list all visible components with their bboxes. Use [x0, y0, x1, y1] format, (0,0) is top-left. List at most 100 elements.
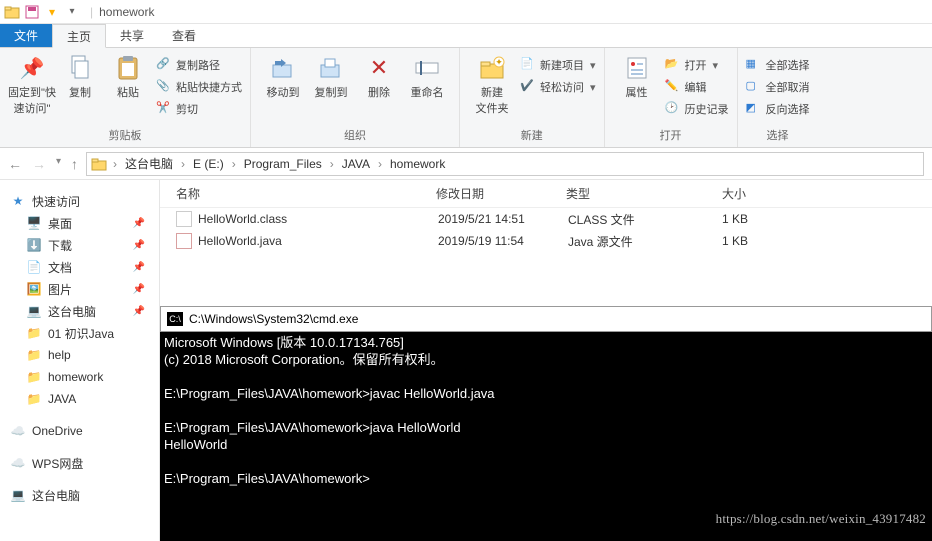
column-size[interactable]: 大小 [686, 185, 766, 202]
ribbon: 📌 固定到"快 速访问" 复制 粘贴 🔗复制路径 📎粘贴快捷方式 ✂️剪切 剪贴… [0, 48, 932, 148]
copy-to-icon [317, 54, 345, 82]
sidebar-item-thispc2[interactable]: 💻这台电脑 [10, 484, 159, 506]
file-row[interactable]: HelloWorld.class 2019/5/21 14:51 CLASS 文… [160, 208, 932, 230]
sidebar-item-JAVA[interactable]: 📁JAVA [10, 388, 159, 410]
easy-access-icon: ✔️ [520, 79, 536, 95]
sidebar-item-thispc[interactable]: 💻这台电脑📌 [10, 300, 159, 322]
crumb-1[interactable]: E (E:) [191, 157, 226, 171]
file-date: 2019/5/19 11:54 [438, 234, 568, 248]
sidebar-item-documents[interactable]: 📄文档📌 [10, 256, 159, 278]
shortcut-icon: 📎 [156, 79, 172, 95]
sidebar-item-homework[interactable]: 📁homework [10, 366, 159, 388]
sidebar-item-quick[interactable]: ★快速访问 [10, 190, 159, 212]
copy-btn[interactable]: 复制 [56, 52, 104, 100]
document-icon: 📄 [26, 259, 42, 275]
select-all-btn[interactable]: ▦全部选择 [746, 56, 810, 74]
chevron-right-icon[interactable]: › [326, 157, 338, 171]
chevron-right-icon[interactable]: › [374, 157, 386, 171]
column-name[interactable]: 名称 [176, 185, 436, 202]
download-icon: ⬇️ [26, 237, 42, 253]
chevron-right-icon[interactable]: › [228, 157, 240, 171]
rename-icon [413, 54, 441, 82]
sidebar-item-java01[interactable]: 📁01 初识Java [10, 322, 159, 344]
pin-icon: 📌 [18, 54, 46, 82]
file-size: 1 KB [688, 234, 768, 248]
new-folder-btn[interactable]: ✦新建 文件夹 [468, 52, 516, 116]
chevron-right-icon[interactable]: › [177, 157, 189, 171]
save-icon[interactable] [24, 4, 40, 20]
group-organize: 移动到 复制到 ✕删除 重命名 组织 [251, 48, 460, 147]
edit-btn[interactable]: ✏️编辑 [665, 78, 729, 96]
sidebar-item-downloads[interactable]: ⬇️下载📌 [10, 234, 159, 256]
folder-icon: 📁 [26, 347, 42, 363]
ribbon-tabs: 文件 主页 共享 查看 [0, 24, 932, 48]
cut-btn[interactable]: ✂️剪切 [156, 100, 242, 118]
properties-btn[interactable]: 属性 [613, 52, 661, 100]
nav-recent-icon[interactable]: ▾ [56, 156, 61, 172]
crumb-0[interactable]: 这台电脑 [123, 155, 175, 172]
pin-icon: 📌 [133, 284, 145, 295]
paste-shortcut-btn[interactable]: 📎粘贴快捷方式 [156, 78, 242, 96]
chevron-down-icon[interactable]: ▾ [64, 4, 80, 20]
crumb-3[interactable]: JAVA [340, 157, 372, 171]
invert-select-btn[interactable]: ◩反向选择 [746, 100, 810, 118]
file-name: HelloWorld.java [198, 234, 438, 248]
sidebar-item-wps[interactable]: ☁️WPS网盘 [10, 452, 159, 474]
sidebar-item-help[interactable]: 📁help [10, 344, 159, 366]
star-icon: ★ [10, 193, 26, 209]
tab-file[interactable]: 文件 [0, 24, 52, 47]
file-row[interactable]: HelloWorld.java 2019/5/19 11:54 Java 源文件… [160, 230, 932, 252]
tab-home[interactable]: 主页 [52, 24, 106, 48]
sidebar-item-desktop[interactable]: 🖥️桌面📌 [10, 212, 159, 234]
column-date[interactable]: 修改日期 [436, 185, 566, 202]
cmd-window: C:\ C:\Windows\System32\cmd.exe Microsof… [160, 306, 932, 541]
pin-label: 固定到"快 速访问" [8, 84, 56, 116]
crumb-4[interactable]: homework [388, 157, 447, 171]
watermark: https://blog.csdn.net/weixin_43917482 [716, 510, 926, 527]
copy-to-btn[interactable]: 复制到 [307, 52, 355, 100]
select-all-icon: ▦ [746, 57, 762, 73]
column-type[interactable]: 类型 [566, 185, 686, 202]
open-btn[interactable]: 📂打开▾ [665, 56, 729, 74]
select-none-btn[interactable]: ▢全部取消 [746, 78, 810, 96]
cloud-icon: ☁️ [10, 455, 26, 471]
dropdown-icon[interactable]: ▾ [44, 4, 60, 20]
cmd-output[interactable]: Microsoft Windows [版本 10.0.17134.765] (c… [160, 332, 932, 489]
rename-btn[interactable]: 重命名 [403, 52, 451, 100]
new-item-btn[interactable]: 📄新建项目▾ [520, 56, 596, 74]
navigation-bar: ← → ▾ ↑ › 这台电脑› E (E:)› Program_Files› J… [0, 148, 932, 180]
file-type: Java 源文件 [568, 233, 688, 250]
paste-btn[interactable]: 粘贴 [104, 52, 152, 100]
group-clipboard: 📌 固定到"快 速访问" 复制 粘贴 🔗复制路径 📎粘贴快捷方式 ✂️剪切 剪贴… [0, 48, 251, 147]
sidebar-item-onedrive[interactable]: ☁️OneDrive [10, 420, 159, 442]
tab-share[interactable]: 共享 [106, 24, 158, 47]
folder-icon [4, 4, 20, 20]
cmd-title-text: C:\Windows\System32\cmd.exe [189, 311, 358, 328]
pin-icon: 📌 [133, 240, 145, 251]
easy-access-btn[interactable]: ✔️轻松访问▾ [520, 78, 596, 96]
crumb-2[interactable]: Program_Files [242, 157, 324, 171]
history-icon: 🕑 [665, 101, 681, 117]
cloud-icon: ☁️ [10, 423, 26, 439]
delete-btn[interactable]: ✕删除 [355, 52, 403, 100]
pc-icon: 💻 [10, 487, 26, 503]
nav-up-icon[interactable]: ↑ [71, 156, 78, 172]
sidebar-item-pictures[interactable]: 🖼️图片📌 [10, 278, 159, 300]
group-select: ▦全部选择 ▢全部取消 ◩反向选择 选择 [738, 48, 818, 147]
chevron-right-icon[interactable]: › [109, 157, 121, 171]
tab-view[interactable]: 查看 [158, 24, 210, 47]
nav-forward-icon[interactable]: → [32, 156, 46, 172]
new-item-icon: 📄 [520, 57, 536, 73]
cmd-title-bar[interactable]: C:\ C:\Windows\System32\cmd.exe [160, 306, 932, 332]
title-bar: ▾ ▾ | homework [0, 0, 932, 24]
column-headers: 名称 修改日期 类型 大小 [160, 180, 932, 208]
group-organize-label: 组织 [251, 125, 459, 147]
address-bar[interactable]: › 这台电脑› E (E:)› Program_Files› JAVA› hom… [86, 152, 924, 176]
pin-to-quick-btn[interactable]: 📌 固定到"快 速访问" [8, 52, 56, 116]
file-icon [176, 211, 192, 227]
copy-path-btn[interactable]: 🔗复制路径 [156, 56, 242, 74]
nav-back-icon[interactable]: ← [8, 156, 22, 172]
move-to-btn[interactable]: 移动到 [259, 52, 307, 100]
history-btn[interactable]: 🕑历史记录 [665, 100, 729, 118]
nav-pane: ★快速访问 🖥️桌面📌 ⬇️下载📌 📄文档📌 🖼️图片📌 💻这台电脑📌 📁01 … [0, 180, 160, 541]
